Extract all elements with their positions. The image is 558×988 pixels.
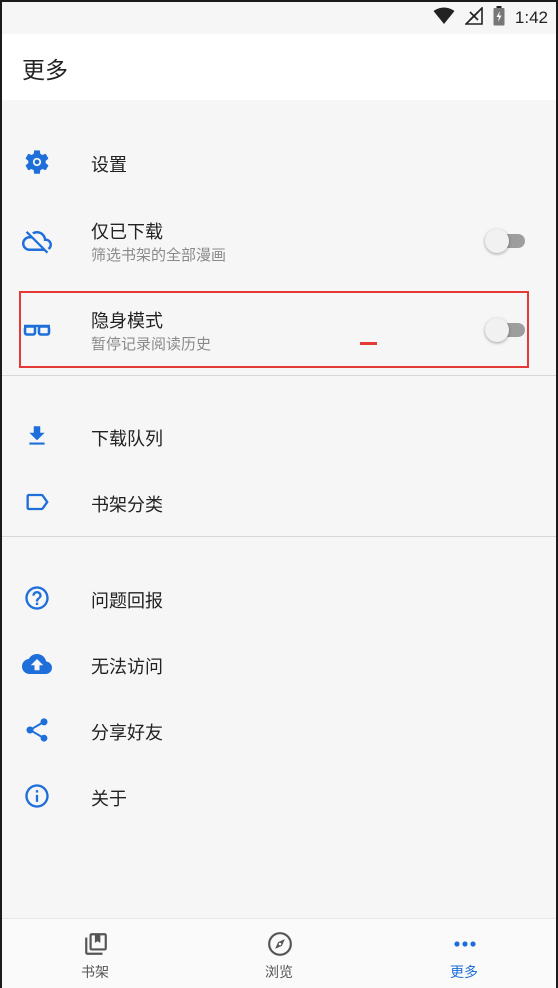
wifi-icon — [433, 7, 455, 29]
app-bar: 更多 — [2, 34, 556, 100]
download-icon — [22, 421, 52, 451]
gear-icon — [22, 147, 52, 177]
categories-label: 书架分类 — [91, 495, 163, 516]
compass-icon — [267, 931, 293, 957]
menu-item-settings[interactable]: 设置 — [2, 135, 556, 189]
more-icon — [452, 931, 478, 957]
page-title: 更多 — [22, 58, 68, 84]
bottom-navigation: 书架 浏览 更多 — [2, 918, 556, 988]
cannot-access-label: 无法访问 — [91, 657, 163, 678]
share-icon — [22, 715, 52, 745]
menu-item-about[interactable]: 关于 — [2, 769, 556, 823]
info-icon — [22, 781, 52, 811]
settings-label: 设置 — [91, 155, 127, 176]
more-menu: 设置 仅已下载 筛选书架的全部漫画 隐身模式 暂停记录阅读历史 下载队列 书架分… — [2, 100, 556, 918]
status-icons: 1:42 — [433, 2, 548, 34]
app-window: 1:42 更多 设置 仅已下载 筛选书架的全部漫画 隐身模式 暂停记录阅读历史 … — [0, 0, 558, 988]
divider — [2, 375, 556, 376]
downloaded-only-toggle[interactable] — [485, 229, 525, 253]
downloaded-only-subtitle: 筛选书架的全部漫画 — [91, 246, 227, 264]
nav-item-library[interactable]: 书架 — [35, 919, 155, 988]
menu-item-downloaded-only[interactable]: 仅已下载 筛选书架的全部漫画 — [2, 208, 556, 274]
highlight-marker — [360, 342, 377, 345]
menu-item-report[interactable]: 问题回报 — [2, 571, 556, 625]
nav-label-library: 书架 — [81, 965, 109, 981]
help-icon — [22, 583, 52, 613]
menu-item-categories[interactable]: 书架分类 — [2, 475, 556, 529]
status-time: 1:42 — [514, 8, 548, 27]
download-queue-label: 下载队列 — [91, 429, 163, 450]
nav-item-browse[interactable]: 浏览 — [219, 919, 339, 988]
nav-label-more: 更多 — [450, 965, 478, 981]
menu-item-download-queue[interactable]: 下载队列 — [2, 409, 556, 463]
menu-item-share[interactable]: 分享好友 — [2, 703, 556, 757]
nav-item-more[interactable]: 更多 — [404, 919, 524, 988]
status-bar: 1:42 — [2, 2, 556, 34]
about-label: 关于 — [91, 789, 127, 810]
signal-icon — [463, 6, 483, 29]
divider — [2, 536, 556, 537]
menu-item-cannot-access[interactable]: 无法访问 — [2, 637, 556, 691]
cloud-off-icon — [22, 226, 52, 256]
downloaded-only-label: 仅已下载 — [91, 222, 163, 243]
cloud-upload-icon — [22, 649, 52, 679]
toggle-thumb — [485, 229, 509, 253]
highlight-box — [19, 291, 529, 368]
share-label: 分享好友 — [91, 723, 163, 744]
label-icon — [22, 487, 52, 517]
battery-icon — [493, 6, 505, 30]
nav-label-browse: 浏览 — [265, 965, 293, 981]
library-icon — [83, 931, 109, 957]
report-label: 问题回报 — [91, 591, 163, 612]
